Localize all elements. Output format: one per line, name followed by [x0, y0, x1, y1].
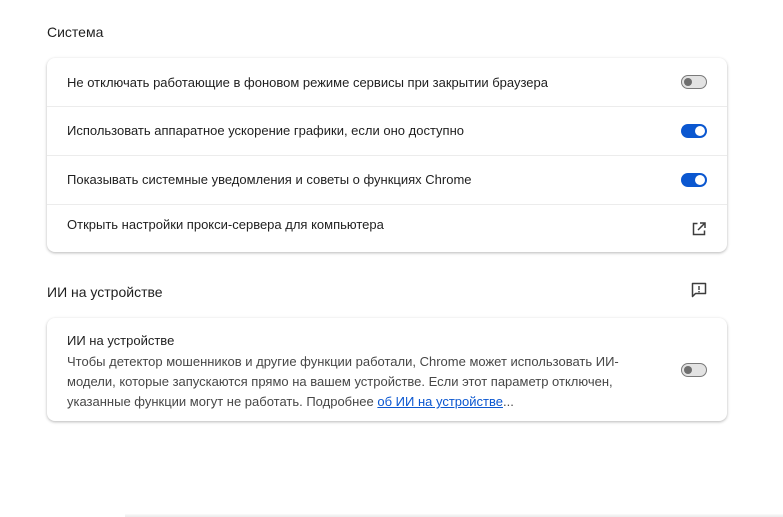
- setting-label: Показывать системные уведомления и совет…: [67, 172, 472, 187]
- feedback-icon[interactable]: [690, 281, 708, 299]
- toggle-knob: [684, 78, 692, 86]
- background-apps-toggle[interactable]: [681, 75, 707, 89]
- setting-row-system-notifications[interactable]: Показывать системные уведомления и совет…: [47, 156, 727, 205]
- on-device-ai-title: ИИ на устройстве: [67, 333, 175, 348]
- setting-row-proxy-settings[interactable]: Открыть настройки прокси-сервера для ком…: [47, 205, 727, 252]
- on-device-ai-toggle[interactable]: [681, 363, 707, 377]
- system-settings-card: Не отключать работающие в фоновом режиме…: [47, 58, 727, 252]
- setting-label: Открыть настройки прокси-сервера для ком…: [67, 217, 384, 232]
- toggle-knob: [695, 175, 705, 185]
- toggle-knob: [684, 366, 692, 374]
- on-device-ai-card: ИИ на устройстве Чтобы детектор мошенник…: [47, 318, 727, 421]
- ellipsis: ...: [502, 394, 514, 409]
- toggle-knob: [695, 126, 705, 136]
- setting-row-background-apps[interactable]: Не отключать работающие в фоновом режиме…: [47, 58, 727, 107]
- section-title-on-device-ai: ИИ на устройстве: [47, 284, 163, 300]
- setting-row-hardware-acceleration[interactable]: Использовать аппаратное ускорение график…: [47, 107, 727, 156]
- open-in-new-icon[interactable]: [691, 221, 707, 237]
- hardware-acceleration-toggle[interactable]: [681, 124, 707, 138]
- on-device-ai-description: Чтобы детектор мошенников и другие функц…: [67, 352, 637, 412]
- system-notifications-toggle[interactable]: [681, 173, 707, 187]
- description-text: Чтобы детектор мошенников и другие функц…: [67, 354, 619, 409]
- section-title-system: Система: [47, 24, 104, 40]
- setting-label: Не отключать работающие в фоновом режиме…: [67, 75, 548, 90]
- setting-label: Использовать аппаратное ускорение график…: [67, 123, 464, 138]
- learn-more-link[interactable]: об ИИ на устройстве: [377, 394, 503, 409]
